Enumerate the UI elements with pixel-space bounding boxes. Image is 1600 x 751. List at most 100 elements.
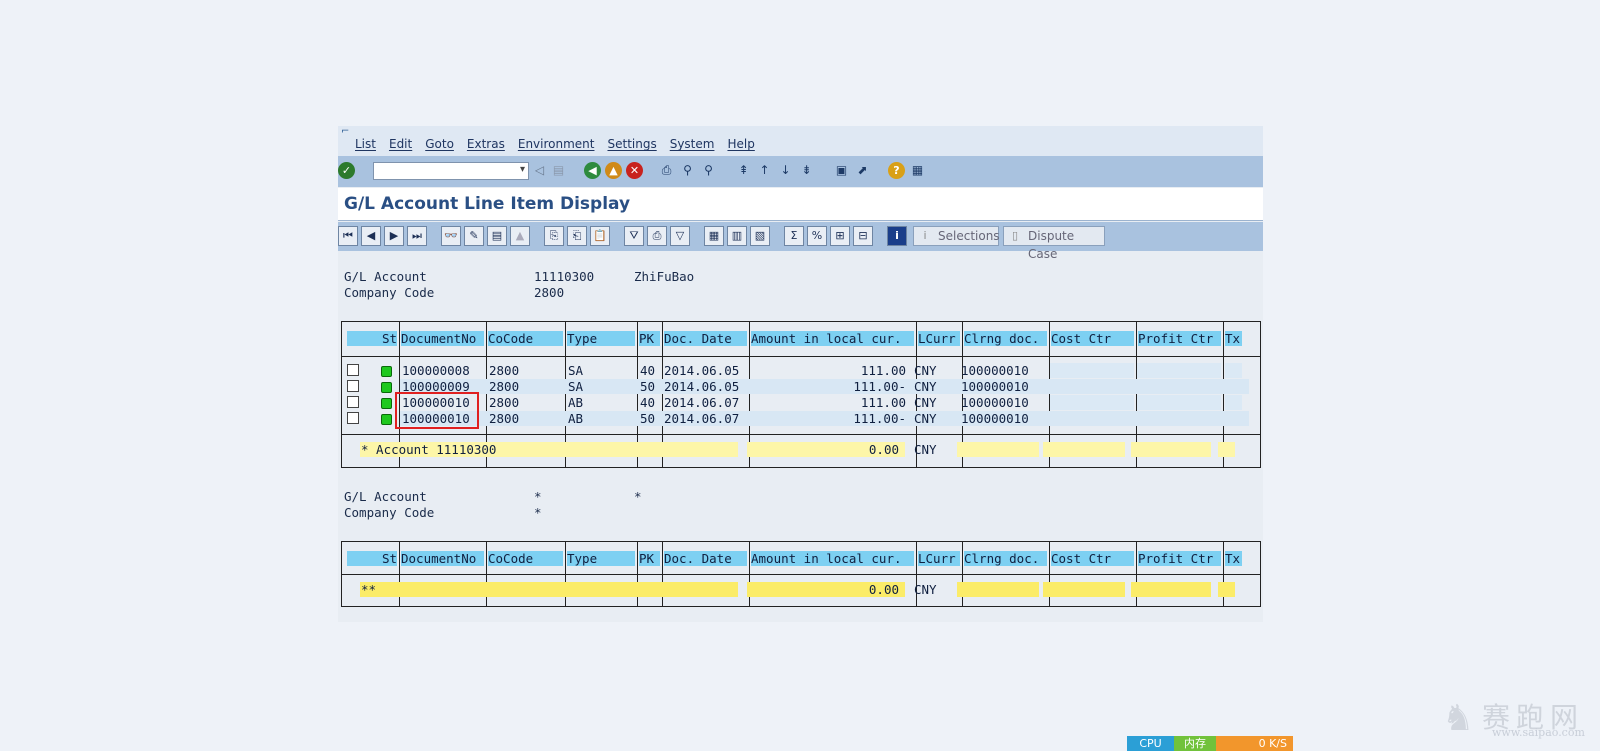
col-header-documentno[interactable]: DocumentNo	[401, 551, 484, 566]
choose-layout-icon[interactable]: ▥	[727, 226, 747, 246]
col-header-cost-ctr[interactable]: Cost Ctr	[1051, 551, 1134, 566]
last-item-icon[interactable]: ⏭	[407, 226, 427, 246]
doc-date: 2014.06.07	[664, 395, 740, 410]
total-shade	[1131, 582, 1211, 597]
currency: CNY	[914, 379, 937, 394]
command-history-icon[interactable]: ▾	[520, 164, 525, 175]
layout-icon[interactable]: ▦	[704, 226, 724, 246]
dispute-document-icon: ▯	[1011, 229, 1019, 242]
col-header-cocode[interactable]: CoCode	[488, 331, 563, 346]
back-arrow-icon[interactable]: ◁	[531, 162, 548, 179]
save-icon[interactable]: ▤	[550, 162, 567, 179]
sum-icon[interactable]: Σ	[784, 226, 804, 246]
menu-settings[interactable]: Settings	[607, 137, 656, 151]
subtotal-icon[interactable]: %	[807, 226, 827, 246]
col-header-tx[interactable]: Tx	[1225, 331, 1242, 346]
col-header-cocode[interactable]: CoCode	[488, 551, 563, 566]
total-row[interactable]: ** 0.00 CNY	[342, 582, 1260, 597]
change-icon[interactable]: ✎	[464, 226, 484, 246]
layout-menu-icon[interactable]: ▦	[909, 162, 926, 179]
collapse-icon[interactable]: ⊟	[853, 226, 873, 246]
table-row[interactable]: 100000010 2800 AB 40 2014.06.07 111.00 C…	[342, 395, 1260, 410]
col-header-clrng-doc[interactable]: Clrng doc.	[964, 551, 1047, 566]
shortcut-icon[interactable]: ⬈	[854, 162, 871, 179]
menu-extras[interactable]: Extras	[467, 137, 505, 151]
col-header-lcurr[interactable]: LCurr	[918, 331, 960, 346]
first-page-icon[interactable]: ⇞	[735, 162, 752, 179]
subtotal-row[interactable]: * Account 11110300 0.00 CNY	[342, 442, 1260, 457]
info-icon[interactable]: i	[887, 226, 907, 246]
disabled-action-icon: ▲	[510, 226, 530, 246]
selections-button[interactable]: i Selections	[913, 226, 1000, 246]
document-icon[interactable]: ⎘	[544, 226, 564, 246]
col-header-clrng-doc[interactable]: Clrng doc.	[964, 331, 1047, 346]
row-select-checkbox[interactable]	[347, 380, 359, 392]
col-header-cost-ctr[interactable]: Cost Ctr	[1051, 331, 1134, 346]
row-select-checkbox[interactable]	[347, 412, 359, 424]
col-header-st[interactable]: St	[347, 551, 397, 566]
window-menu-icon[interactable]: ⌐	[341, 126, 355, 137]
previous-page-icon[interactable]: ↑	[756, 162, 773, 179]
col-header-documentno[interactable]: DocumentNo	[401, 331, 484, 346]
row-select-checkbox[interactable]	[347, 364, 359, 376]
exit-icon[interactable]: ▲	[605, 162, 622, 179]
doc-type: SA	[568, 379, 584, 394]
print-icon[interactable]: ⎙	[658, 162, 675, 179]
mass-change-icon[interactable]: ▤	[487, 226, 507, 246]
dispute-case-button[interactable]: ▯ Dispute Case	[1003, 226, 1105, 261]
next-page-icon[interactable]: ↓	[777, 162, 794, 179]
previous-item-icon[interactable]: ◀	[361, 226, 381, 246]
save-layout-icon[interactable]: ▧	[750, 226, 770, 246]
display-icon[interactable]: 👓	[441, 226, 461, 246]
find-next-icon[interactable]: ⚲	[700, 162, 717, 179]
document-number[interactable]: 100000008	[402, 363, 470, 378]
filter-icon[interactable]: ⛛	[624, 226, 644, 246]
col-header-pk[interactable]: PK	[639, 551, 660, 566]
menu-system[interactable]: System	[670, 137, 715, 151]
help-icon[interactable]: ?	[888, 162, 905, 179]
set-filter-icon[interactable]: ▽	[670, 226, 690, 246]
find-icon[interactable]: ⚲	[679, 162, 696, 179]
col-header-amount[interactable]: Amount in local cur.	[751, 551, 914, 566]
command-input[interactable]	[374, 165, 508, 182]
table-row[interactable]: 100000008 2800 SA 40 2014.06.05 111.00 C…	[342, 363, 1260, 378]
create-session-icon[interactable]: ▣	[833, 162, 850, 179]
currency: CNY	[914, 395, 937, 410]
col-header-lcurr[interactable]: LCurr	[918, 551, 960, 566]
menu-environment[interactable]: Environment	[518, 137, 595, 151]
line-item-table: St DocumentNo CoCode Type PK Doc. Date A…	[341, 321, 1261, 468]
col-header-pk[interactable]: PK	[639, 331, 660, 346]
col-header-profit-ctr[interactable]: Profit Ctr	[1138, 331, 1221, 346]
row-select-checkbox[interactable]	[347, 396, 359, 408]
col-header-tx[interactable]: Tx	[1225, 551, 1242, 566]
clipboard-icon[interactable]: 📋	[590, 226, 610, 246]
selections-icon: i	[923, 229, 927, 242]
table-row[interactable]: 100000009 2800 SA 50 2014.06.05 111.00- …	[342, 379, 1260, 394]
cancel-icon[interactable]: ✕	[626, 162, 643, 179]
last-page-icon[interactable]: ⇟	[798, 162, 815, 179]
menu-goto[interactable]: Goto	[425, 137, 454, 151]
col-header-amount[interactable]: Amount in local cur.	[751, 331, 914, 346]
col-header-st[interactable]: St	[347, 331, 397, 346]
page-title: G/L Account Line Item Display	[344, 194, 631, 214]
back-icon[interactable]: ◀	[584, 162, 601, 179]
next-item-icon[interactable]: ▶	[384, 226, 404, 246]
expand-icon[interactable]: ⊞	[830, 226, 850, 246]
menu-edit[interactable]: Edit	[389, 137, 412, 151]
menu-list-item[interactable]: List	[355, 137, 376, 151]
menu-help[interactable]: Help	[727, 137, 754, 151]
col-header-profit-ctr[interactable]: Profit Ctr	[1138, 551, 1221, 566]
col-header-doc-date[interactable]: Doc. Date	[664, 331, 747, 346]
subtotal-divider	[342, 434, 1260, 435]
table-row[interactable]: 100000010 2800 AB 50 2014.06.07 111.00- …	[342, 411, 1260, 426]
col-header-type[interactable]: Type	[567, 551, 635, 566]
company-code: 2800	[489, 379, 520, 394]
command-field[interactable]: ▾	[373, 162, 529, 182]
col-header-doc-date[interactable]: Doc. Date	[664, 551, 747, 566]
enter-icon[interactable]: ✓	[338, 162, 355, 179]
col-header-type[interactable]: Type	[567, 331, 635, 346]
display-document-icon[interactable]: ⎗	[567, 226, 587, 246]
total-shade	[360, 582, 738, 597]
print-preview-icon[interactable]: ⎙	[647, 226, 667, 246]
first-item-icon[interactable]: ⏮	[338, 226, 358, 246]
